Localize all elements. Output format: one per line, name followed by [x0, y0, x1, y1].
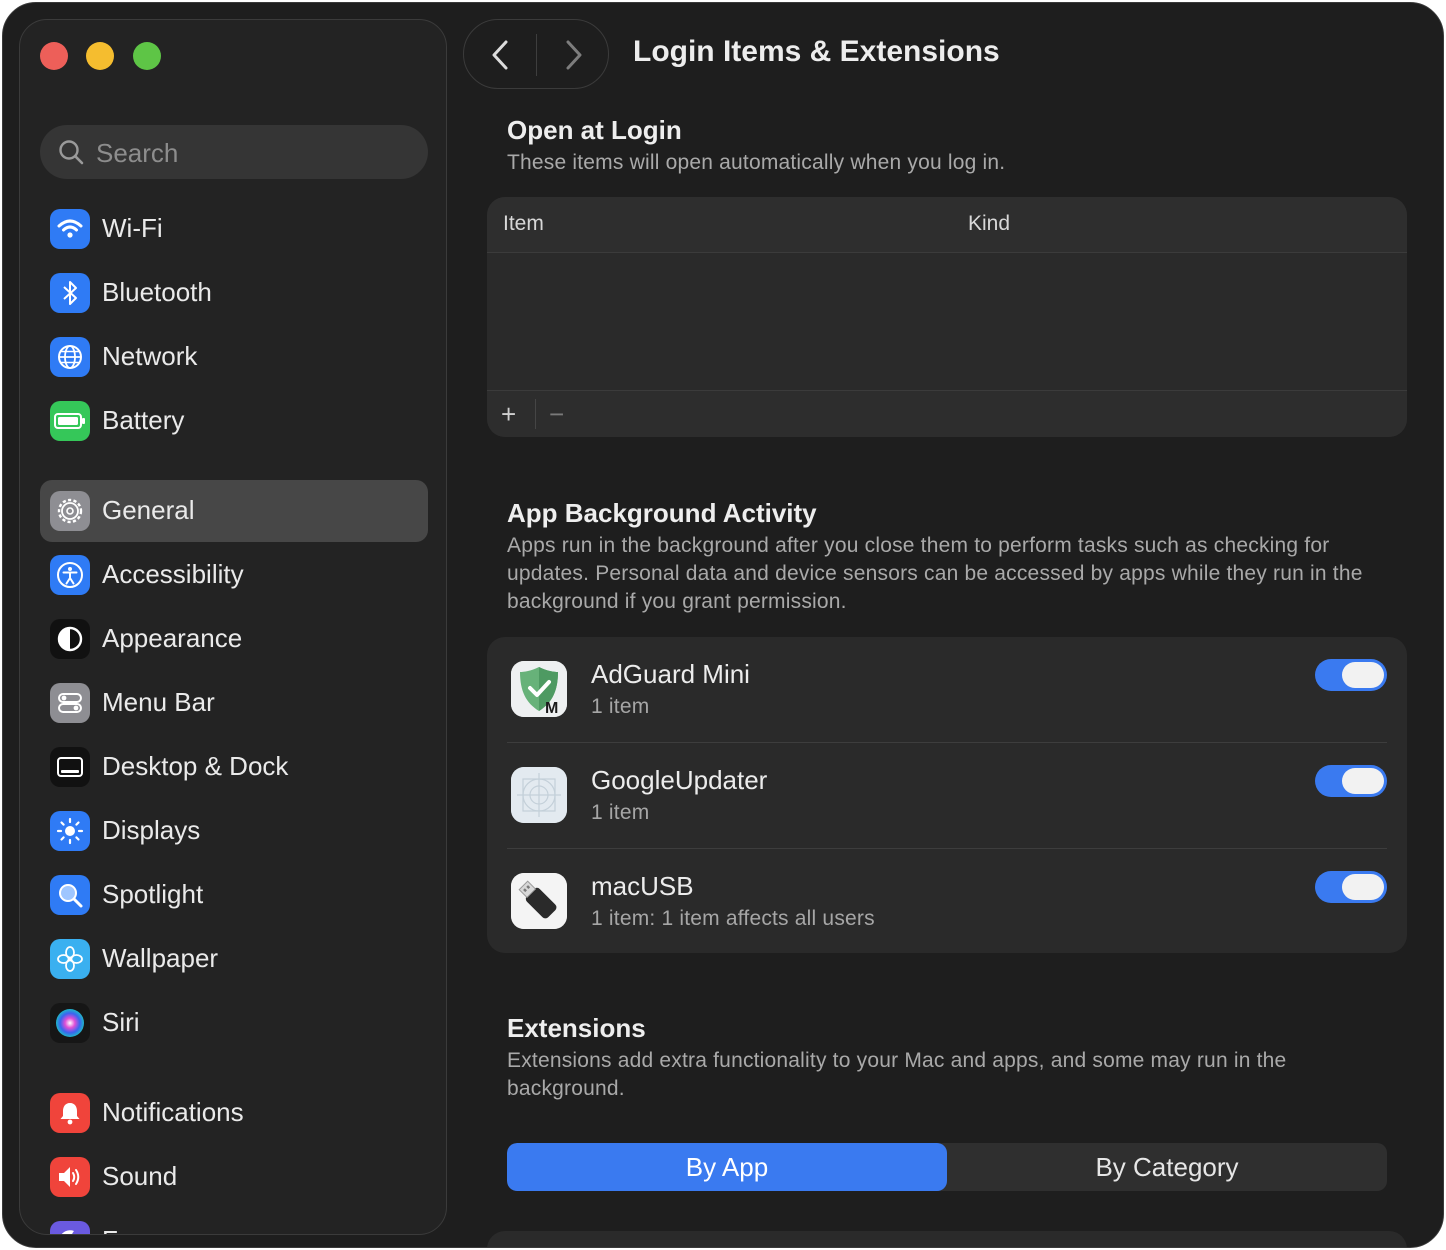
sidebar-item-label: Accessibility [102, 559, 244, 589]
app-name: AdGuard Mini [591, 659, 750, 689]
segment-by-category[interactable]: By Category [947, 1143, 1387, 1191]
sidebar-item-wifi[interactable]: Wi-Fi [40, 198, 428, 260]
open-at-login-description: These items will open automatically when… [507, 151, 1006, 174]
background-activity-description: Apps run in the background after you clo… [507, 534, 1363, 613]
sidebar-item-label: Notifications [102, 1097, 244, 1127]
extensions-description: Extensions add extra functionality to yo… [507, 1049, 1287, 1100]
segment-by-app[interactable]: By App [507, 1143, 947, 1191]
column-header-kind[interactable]: Kind [968, 212, 1010, 236]
battery-icon [50, 401, 90, 441]
sidebar-item-label: Desktop & Dock [102, 751, 289, 781]
remove-login-item-button[interactable]: − [549, 399, 564, 430]
background-activity-heading: App Background Activity [507, 498, 817, 528]
usb-drive-icon [511, 873, 567, 929]
sidebar-item-label: Wi-Fi [102, 213, 163, 243]
sun-icon [50, 811, 90, 851]
background-apps-list: M AdGuard Mini 1 item GoogleUpdater 1 it… [487, 637, 1407, 953]
page-title: Login Items & Extensions [633, 35, 1000, 68]
sidebar-item-focus[interactable]: Focus [40, 1210, 428, 1234]
sidebar-item-label: Appearance [102, 623, 243, 653]
moon-icon [50, 1221, 90, 1234]
sidebar-item-label: Menu Bar [102, 687, 215, 717]
sidebar-item-label: Siri [102, 1007, 140, 1037]
globe-icon [50, 337, 90, 377]
sidebar-item-label: Battery [102, 405, 185, 435]
back-button[interactable] [486, 38, 516, 72]
extensions-view-segmented-control: By App By Category [507, 1143, 1387, 1191]
sidebar-item-label: Network [102, 341, 198, 371]
sidebar-item-wallpaper[interactable]: Wallpaper [40, 928, 428, 990]
dock-icon [50, 747, 90, 787]
adguard-mini-toggle[interactable] [1315, 659, 1387, 691]
sidebar-item-battery[interactable]: Battery [40, 390, 428, 452]
table-footer: + − [487, 390, 1407, 437]
magnifier-icon [50, 875, 90, 915]
extensions-heading: Extensions [507, 1013, 646, 1043]
sidebar-item-menubar[interactable]: Menu Bar [40, 672, 428, 734]
sidebar-item-label: Bluetooth [102, 277, 212, 307]
sidebar-item-label: General [102, 495, 195, 525]
close-window-button[interactable] [40, 42, 68, 70]
appearance-icon [50, 619, 90, 659]
list-item: GoogleUpdater 1 item [487, 743, 1407, 849]
app-detail: 1 item [591, 801, 650, 824]
table-header: Item Kind [487, 197, 1407, 253]
column-header-item[interactable]: Item [503, 212, 544, 236]
sidebar-item-notifications[interactable]: Notifications [40, 1082, 428, 1144]
search-placeholder: Search [96, 138, 179, 168]
sidebar-item-label: Spotlight [102, 879, 204, 909]
login-items-table[interactable]: Item Kind + − [487, 197, 1407, 437]
svg-text:M: M [545, 700, 558, 717]
search-input[interactable]: Search [40, 125, 428, 179]
wifi-icon [50, 209, 90, 249]
siri-icon [50, 1003, 90, 1043]
sidebar-item-network[interactable]: Network [40, 326, 428, 388]
googleupdater-toggle[interactable] [1315, 765, 1387, 797]
settings-window: Search Wi-Fi Bluetooth Network Battery G… [2, 2, 1444, 1248]
list-item: macUSB 1 item: 1 item affects all users [487, 849, 1407, 953]
forward-button[interactable] [558, 38, 588, 72]
menubar-icon [50, 683, 90, 723]
gear-icon [50, 491, 90, 531]
list-item: M AdGuard Mini 1 item [487, 637, 1407, 743]
zoom-window-button[interactable] [133, 42, 161, 70]
sidebar-item-desktop-dock[interactable]: Desktop & Dock [40, 736, 428, 798]
sidebar-item-displays[interactable]: Displays [40, 800, 428, 862]
minimize-window-button[interactable] [86, 42, 114, 70]
extensions-list [487, 1231, 1407, 1247]
sidebar-item-siri[interactable]: Siri [40, 992, 428, 1054]
app-detail: 1 item [591, 695, 650, 718]
sidebar: Search Wi-Fi Bluetooth Network Battery G… [19, 19, 447, 1235]
toggle-knob [1342, 874, 1384, 900]
app-detail: 1 item: 1 item affects all users [591, 907, 875, 930]
toggle-knob [1342, 768, 1384, 794]
flower-icon [50, 939, 90, 979]
navigation-buttons [463, 19, 609, 89]
adguard-icon: M [511, 661, 567, 717]
nav-divider [536, 34, 537, 76]
speaker-icon [50, 1157, 90, 1197]
sidebar-item-label: Wallpaper [102, 943, 219, 973]
sidebar-item-label: Displays [102, 815, 201, 845]
bell-icon [50, 1093, 90, 1133]
footer-divider [535, 399, 536, 429]
app-name: GoogleUpdater [591, 765, 768, 795]
sidebar-item-sound[interactable]: Sound [40, 1146, 428, 1208]
open-at-login-heading: Open at Login [507, 115, 682, 145]
sidebar-item-label: Sound [102, 1161, 178, 1191]
search-icon [59, 140, 84, 165]
sidebar-item-appearance[interactable]: Appearance [40, 608, 428, 670]
add-login-item-button[interactable]: + [501, 399, 516, 430]
sidebar-item-bluetooth[interactable]: Bluetooth [40, 262, 428, 324]
macusb-toggle[interactable] [1315, 871, 1387, 903]
toggle-knob [1342, 662, 1384, 688]
bluetooth-icon [50, 273, 90, 313]
sidebar-item-spotlight[interactable]: Spotlight [40, 864, 428, 926]
app-name: macUSB [591, 871, 694, 901]
generic-app-icon [511, 767, 567, 823]
sidebar-item-label: Focus [102, 1225, 173, 1234]
accessibility-icon [50, 555, 90, 595]
sidebar-item-accessibility[interactable]: Accessibility [40, 544, 428, 606]
sidebar-item-general[interactable]: General [40, 480, 428, 542]
